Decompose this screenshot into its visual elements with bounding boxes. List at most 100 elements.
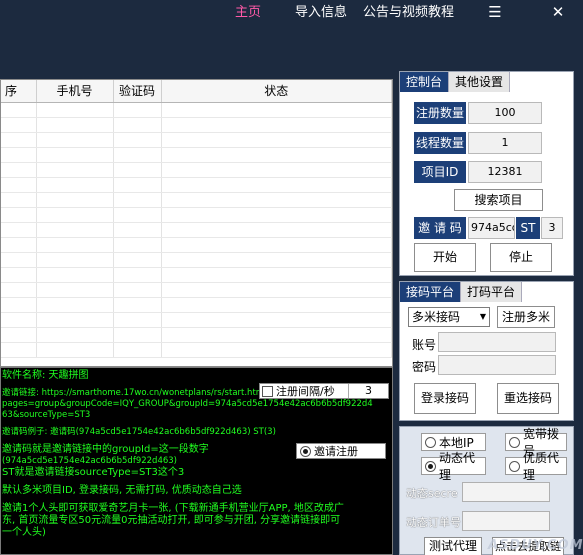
account-table: 序 手机号 验证码 状态 xyxy=(0,79,393,367)
hamburger-icon[interactable]: ☰ xyxy=(486,3,504,21)
invite-register-option[interactable]: 邀请注册 xyxy=(296,443,386,459)
nav-notice-video[interactable]: 公告与视频教程 xyxy=(363,4,454,24)
table-row[interactable] xyxy=(1,297,392,313)
table-cell xyxy=(161,192,392,208)
log-line: 邀请码例子: 邀请码(974a5cd5e1754e42ac6b6b5df922d… xyxy=(2,427,276,437)
column-header-index[interactable]: 序 xyxy=(1,80,37,103)
table-cell xyxy=(1,132,37,148)
column-header-status[interactable]: 状态 xyxy=(161,80,392,103)
tab-console[interactable]: 控制台 xyxy=(400,72,450,92)
chevron-down-icon: ▼ xyxy=(479,312,486,321)
table-cell xyxy=(113,327,162,343)
log-line: 默认多米项目ID, 登录接码, 无需打码, 优质动态自己选 xyxy=(2,485,242,496)
table-cell xyxy=(113,252,162,268)
premium-proxy-radio[interactable] xyxy=(509,460,520,472)
table-cell xyxy=(36,267,114,283)
table-cell xyxy=(1,147,37,163)
table-cell xyxy=(161,342,392,358)
table-row[interactable] xyxy=(1,237,392,253)
nav-home[interactable]: 主页 xyxy=(235,4,261,24)
dynamic-proxy-option[interactable]: 动态代理 xyxy=(421,451,486,482)
dynamic-order-label: 动态订单号 xyxy=(406,516,461,529)
st-input[interactable]: 3 xyxy=(541,217,563,239)
log-line: ST就是邀请链接sourceType=ST3这个3 xyxy=(2,467,185,478)
invite-code-input[interactable]: 974a5cd5 xyxy=(468,217,515,239)
search-project-button[interactable]: 搜索项目 xyxy=(454,189,543,211)
table-row[interactable] xyxy=(1,252,392,268)
register-interval-input[interactable]: 3 xyxy=(348,384,388,398)
stop-button[interactable]: 停止 xyxy=(490,243,552,272)
start-button[interactable]: 开始 xyxy=(414,243,476,272)
register-count-input[interactable]: 100 xyxy=(468,102,542,124)
register-duomi-button[interactable]: 注册多米 xyxy=(497,306,555,328)
table-cell xyxy=(161,117,392,133)
sms-platform-panel: 接码平台 打码平台 多米接码 ▼ 注册多米 账号 密码 登录接码 重选接码 xyxy=(399,281,574,421)
table-row[interactable] xyxy=(1,177,392,193)
local-ip-label: 本地IP xyxy=(439,435,474,450)
register-interval-checkbox[interactable] xyxy=(262,385,273,397)
table-row[interactable] xyxy=(1,312,392,328)
column-header-code[interactable]: 验证码 xyxy=(113,80,162,103)
tab-sms-platform[interactable]: 接码平台 xyxy=(400,282,462,302)
table-cell xyxy=(161,267,392,283)
tab-captcha-platform[interactable]: 打码平台 xyxy=(461,282,523,302)
table-cell xyxy=(1,252,37,268)
table-cell xyxy=(161,162,392,178)
login-sms-button[interactable]: 登录接码 xyxy=(414,383,476,414)
table-cell xyxy=(113,177,162,193)
table-cell xyxy=(36,282,114,298)
dynamic-order-input[interactable] xyxy=(462,511,550,531)
table-cell xyxy=(1,282,37,298)
table-cell xyxy=(1,102,37,118)
premium-proxy-option[interactable]: 优质代理 xyxy=(505,451,567,482)
dynamic-secret-input[interactable] xyxy=(462,482,550,502)
table-row[interactable] xyxy=(1,147,392,163)
tab-other-settings[interactable]: 其他设置 xyxy=(449,72,511,92)
table-row[interactable] xyxy=(1,207,392,223)
table-cell xyxy=(1,177,37,193)
table-cell xyxy=(36,207,114,223)
account-input[interactable] xyxy=(438,332,556,352)
platform-select[interactable]: 多米接码 ▼ xyxy=(408,307,490,327)
table-row[interactable] xyxy=(1,132,392,148)
table-cell xyxy=(161,222,392,238)
table-cell xyxy=(113,207,162,223)
table-row[interactable] xyxy=(1,192,392,208)
table-row[interactable] xyxy=(1,342,392,358)
invite-register-radio[interactable] xyxy=(300,445,311,457)
table-row[interactable] xyxy=(1,117,392,133)
table-cell xyxy=(36,237,114,253)
platform-select-value: 多米接码 xyxy=(412,310,461,324)
password-input[interactable] xyxy=(438,355,556,375)
reselect-sms-button[interactable]: 重选接码 xyxy=(497,383,559,414)
table-cell xyxy=(36,177,114,193)
column-header-phone[interactable]: 手机号 xyxy=(36,80,114,103)
project-id-input[interactable]: 12381 xyxy=(468,161,542,183)
table-row[interactable] xyxy=(1,102,392,118)
local-ip-radio[interactable] xyxy=(425,436,436,448)
table-cell xyxy=(113,102,162,118)
thread-count-input[interactable]: 1 xyxy=(468,132,542,154)
table-cell xyxy=(1,237,37,253)
table-cell xyxy=(113,237,162,253)
table-row[interactable] xyxy=(1,267,392,283)
control-tabs: 控制台 其他设置 xyxy=(400,72,511,92)
table-cell xyxy=(113,312,162,328)
table-cell xyxy=(113,297,162,313)
table-row[interactable] xyxy=(1,162,392,178)
control-panel: 控制台 其他设置 注册数量 100 线程数量 1 项目ID 12381 搜索项目… xyxy=(399,71,574,276)
close-icon[interactable]: ✕ xyxy=(549,3,567,21)
table-cell xyxy=(36,192,114,208)
table-cell xyxy=(1,222,37,238)
table-cell xyxy=(36,327,114,343)
table-row[interactable] xyxy=(1,222,392,238)
table-cell xyxy=(1,162,37,178)
dynamic-proxy-radio[interactable] xyxy=(425,460,436,472)
table-cell xyxy=(36,222,114,238)
test-proxy-button[interactable]: 测试代理 xyxy=(424,537,482,555)
nav-import-info[interactable]: 导入信息 xyxy=(295,4,347,24)
broadband-dial-radio[interactable] xyxy=(509,436,520,448)
table-row[interactable] xyxy=(1,282,392,298)
register-count-label: 注册数量 xyxy=(414,102,466,124)
table-row[interactable] xyxy=(1,327,392,343)
